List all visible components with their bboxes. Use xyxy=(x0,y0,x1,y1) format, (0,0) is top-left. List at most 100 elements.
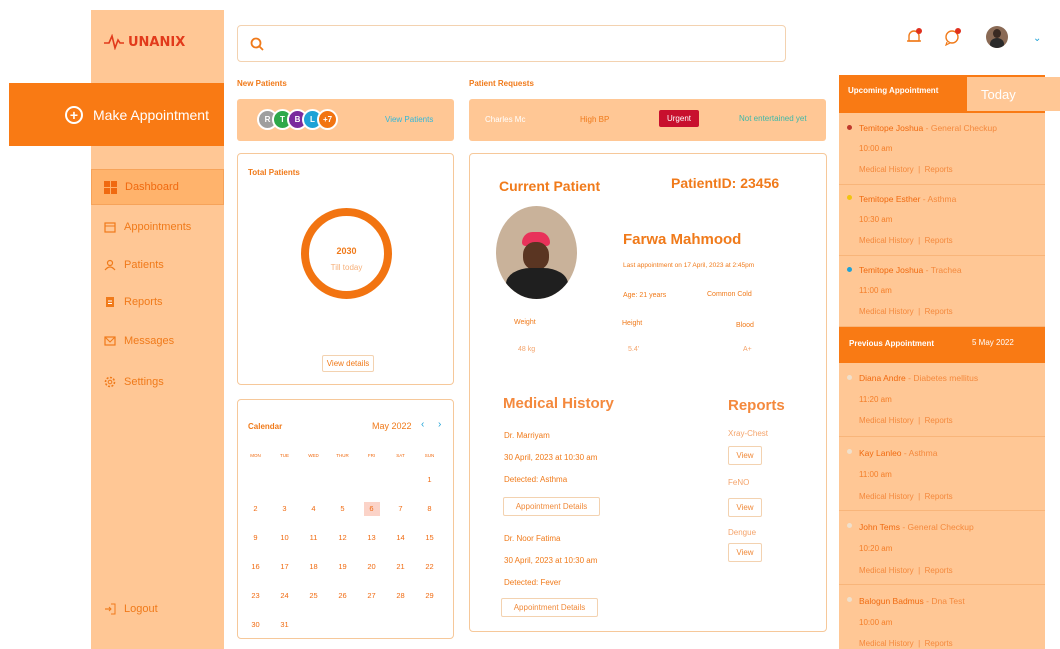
sidebar-item-settings[interactable]: Settings xyxy=(91,364,224,400)
calendar-day[interactable]: 20 xyxy=(357,552,386,581)
logout-button[interactable]: Logout xyxy=(91,591,224,627)
calendar-day[interactable] xyxy=(299,610,328,639)
calendar-day[interactable]: 12 xyxy=(328,523,357,552)
view-details-button[interactable]: View details xyxy=(322,355,374,372)
chevron-down-icon[interactable]: ⌄ xyxy=(1033,33,1041,44)
sidebar-item-patients[interactable]: Patients xyxy=(91,247,224,283)
appointment-item[interactable]: Temitope Joshua - Trachea 11:00 am Medic… xyxy=(839,256,1045,327)
view-patients-link[interactable]: View Patients xyxy=(385,115,433,124)
calendar-day[interactable]: 11 xyxy=(299,523,328,552)
calendar-day[interactable] xyxy=(357,465,386,494)
calendar-day[interactable]: 16 xyxy=(241,552,270,581)
bell-icon[interactable] xyxy=(905,28,923,51)
blood-label: Blood xyxy=(736,322,754,329)
make-appointment-button[interactable]: + Make Appointment xyxy=(9,83,224,146)
appointment-links[interactable]: Medical History | Reports xyxy=(859,639,953,648)
calendar-day[interactable] xyxy=(415,610,444,639)
sidebar-item-dashboard[interactable]: Dashboard xyxy=(91,169,224,205)
appointment-title: Diana Andre - Diabetes mellitus xyxy=(859,373,979,383)
calendar-day[interactable]: 13 xyxy=(357,523,386,552)
make-appointment-label: Make Appointment xyxy=(93,106,209,123)
view-report-button[interactable]: View xyxy=(728,543,762,562)
patient-request-row[interactable]: Charles Mc High BP Urgent Not entertaine… xyxy=(469,99,826,141)
appointment-item[interactable]: Diana Andre - Diabetes mellitus 11:20 am… xyxy=(839,363,1045,437)
calendar-day[interactable] xyxy=(386,610,415,639)
calendar-day[interactable]: 17 xyxy=(270,552,299,581)
calendar-day[interactable] xyxy=(270,465,299,494)
calendar-day[interactable]: 14 xyxy=(386,523,415,552)
chevron-right-icon[interactable]: › xyxy=(438,419,441,430)
calendar-day[interactable] xyxy=(328,465,357,494)
appointment-links[interactable]: Medical History | Reports xyxy=(859,566,953,575)
calendar-day[interactable]: 4 xyxy=(299,494,328,523)
status-dot xyxy=(847,523,852,528)
calendar-day[interactable]: 29 xyxy=(415,581,444,610)
view-report-button[interactable]: View xyxy=(728,446,762,465)
avatar[interactable] xyxy=(986,26,1008,48)
avatar-group[interactable]: R T B L +7 xyxy=(257,109,338,130)
search-input[interactable] xyxy=(237,25,786,62)
calendar-day[interactable] xyxy=(299,465,328,494)
appointment-item[interactable]: Kay Lanleo - Asthma 11:00 am Medical His… xyxy=(839,437,1045,511)
sidebar-item-messages[interactable]: Messages xyxy=(91,323,224,359)
calendar-day[interactable]: 25 xyxy=(299,581,328,610)
calendar-day[interactable]: 10 xyxy=(270,523,299,552)
patient-condition: Common Cold xyxy=(707,291,752,298)
appointment-links[interactable]: Medical History | Reports xyxy=(859,165,953,174)
calendar-day[interactable]: 18 xyxy=(299,552,328,581)
calendar-day[interactable]: 22 xyxy=(415,552,444,581)
appointment-details-button[interactable]: Appointment Details xyxy=(503,497,600,516)
total-patients-caption: Till today xyxy=(330,263,363,272)
calendar-day[interactable]: 27 xyxy=(357,581,386,610)
view-report-button[interactable]: View xyxy=(728,498,762,517)
calendar-day[interactable] xyxy=(357,610,386,639)
calendar-day[interactable]: 1 xyxy=(415,465,444,494)
calendar-day[interactable]: 3 xyxy=(270,494,299,523)
appointment-links[interactable]: Medical History | Reports xyxy=(859,416,953,425)
avatar-more: +7 xyxy=(317,109,338,130)
appointment-item[interactable]: Temitope Joshua - General Checkup 10:00 … xyxy=(839,113,1045,185)
calendar-day[interactable]: 15 xyxy=(415,523,444,552)
sidebar-item-appointments[interactable]: Appointments xyxy=(91,209,224,245)
calendar-day[interactable]: 28 xyxy=(386,581,415,610)
calendar-day[interactable]: 19 xyxy=(328,552,357,581)
calendar-day[interactable]: 31 xyxy=(270,610,299,639)
weight-value: 48 kg xyxy=(518,346,536,353)
calendar-day[interactable]: 7 xyxy=(386,494,415,523)
appointment-links[interactable]: Medical History | Reports xyxy=(859,307,953,316)
history-date: 30 April, 2023 at 10:30 am xyxy=(504,453,598,462)
upcoming-title: Upcoming Appointment xyxy=(848,86,939,95)
status-dot xyxy=(847,125,852,130)
calendar-day[interactable] xyxy=(386,465,415,494)
chat-icon[interactable] xyxy=(944,28,962,51)
appointment-links[interactable]: Medical History | Reports xyxy=(859,492,953,501)
new-patients-card: R T B L +7 View Patients xyxy=(237,99,454,141)
appointment-time: 11:20 am xyxy=(859,395,892,404)
day-header: FRI xyxy=(367,452,376,458)
chevron-left-icon[interactable]: ‹ xyxy=(421,419,424,430)
calendar-day[interactable]: 23 xyxy=(241,581,270,610)
calendar-day[interactable]: 8 xyxy=(415,494,444,523)
calendar-day[interactable]: 21 xyxy=(386,552,415,581)
appointment-details-button[interactable]: Appointment Details xyxy=(501,598,598,617)
appointment-item[interactable]: Temitope Esther - Asthma 10:30 am Medica… xyxy=(839,185,1045,256)
calendar-day[interactable] xyxy=(328,610,357,639)
sidebar-item-reports[interactable]: Reports xyxy=(91,284,224,320)
calendar-day[interactable]: 2 xyxy=(241,494,270,523)
appointment-links[interactable]: Medical History | Reports xyxy=(859,236,953,245)
day-header: SAT xyxy=(396,452,405,458)
calendar-day[interactable]: 30 xyxy=(241,610,270,639)
appointment-item[interactable]: Balogun Badmus - Dna Test 10:00 am Medic… xyxy=(839,585,1045,649)
calendar-day[interactable]: 26 xyxy=(328,581,357,610)
dashboard-icon xyxy=(104,180,117,194)
brand-logo[interactable]: UNANIX xyxy=(104,34,185,50)
previous-title: Previous Appointment xyxy=(849,339,935,348)
today-filter[interactable]: Today xyxy=(967,77,1060,111)
appointment-title: Temitope Esther - Asthma xyxy=(859,194,957,204)
calendar-day[interactable]: 5 xyxy=(328,494,357,523)
calendar-day[interactable]: 24 xyxy=(270,581,299,610)
appointment-item[interactable]: John Tems - General Checkup 10:20 am Med… xyxy=(839,511,1045,585)
calendar-day-selected[interactable]: 6 xyxy=(357,494,386,523)
calendar-day[interactable] xyxy=(241,465,270,494)
calendar-day[interactable]: 9 xyxy=(241,523,270,552)
